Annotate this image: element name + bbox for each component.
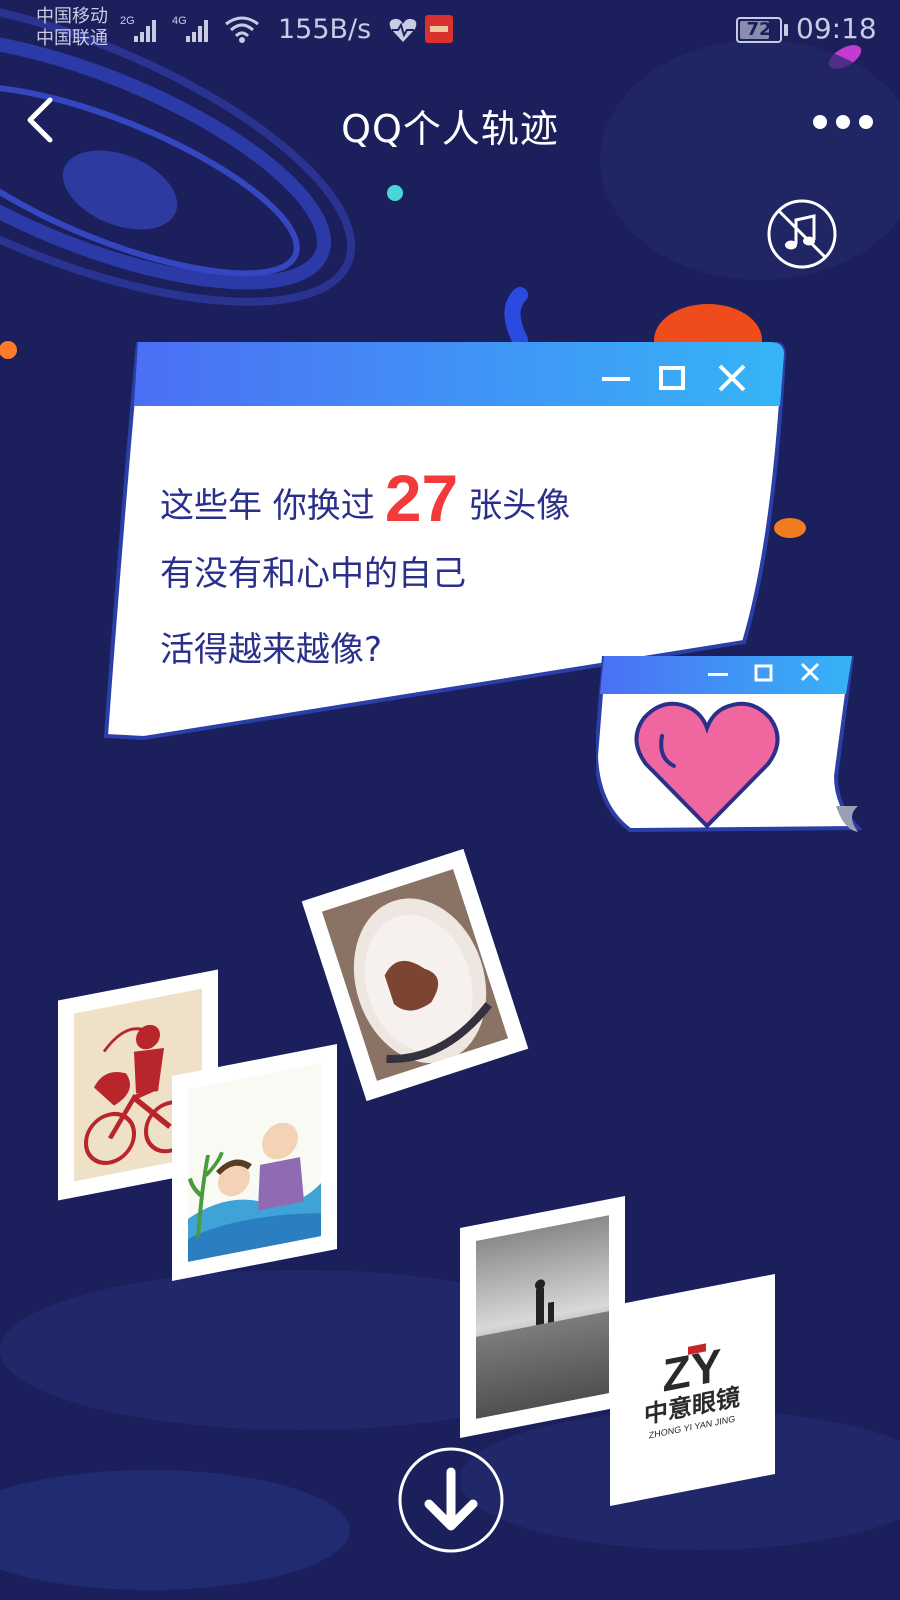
svg-text:4G: 4G — [172, 15, 187, 27]
line1-suffix: 张头像 — [468, 486, 571, 526]
carrier-2: 中国联通 — [36, 28, 108, 49]
card-line-2: 有没有和心中的自己 — [160, 554, 466, 594]
net-speed: 155B/s — [278, 14, 372, 45]
more-dots-icon[interactable] — [810, 102, 880, 142]
status-bar: 中国移动 中国联通 2G 4G 155B/s 72 09:18 — [0, 0, 900, 62]
page-title: QQ个人轨迹 — [341, 107, 559, 151]
clock: 09:18 — [796, 12, 877, 45]
signal-2g-icon: 2G — [120, 15, 156, 42]
maximize-icon[interactable] — [656, 362, 690, 396]
health-heart-icon — [389, 18, 417, 42]
card-line-1: 这些年 你换过 27 张头像 — [160, 460, 720, 536]
minimize-icon[interactable] — [598, 364, 634, 394]
battery-icon: 72 — [736, 17, 782, 43]
line1-prefix: 这些年 你换过 — [160, 486, 375, 526]
wifi-icon — [225, 16, 259, 43]
avatar-count: 27 — [384, 461, 459, 535]
minimize-icon[interactable] — [708, 673, 728, 676]
avatar-photo-2 — [172, 1043, 337, 1282]
battery-level: 72 — [746, 19, 772, 40]
carrier-1: 中国移动 — [36, 6, 108, 27]
zhongyi-logo: ZY 中意眼镜 ZHONG YI YAN JING — [626, 1293, 759, 1487]
avatar-photo-5: ZY 中意眼镜 ZHONG YI YAN JING — [610, 1273, 775, 1507]
app-notification-icon — [425, 15, 453, 43]
avatar-photo-4 — [460, 1195, 625, 1439]
heart-icon — [634, 701, 780, 829]
carrier-labels: 中国移动 中国联通 — [36, 6, 108, 50]
arrow-down-icon[interactable] — [397, 1446, 505, 1554]
close-icon[interactable] — [714, 360, 750, 396]
card-message: 这些年 你换过 27 张头像 有没有和心中的自己 活得越来越像? — [160, 460, 720, 688]
heart-window — [593, 654, 890, 862]
nav-bar: QQ个人轨迹 — [0, 78, 900, 168]
battery-tip — [784, 24, 788, 36]
signal-4g-icon: 4G — [172, 15, 208, 42]
music-off-icon[interactable] — [766, 198, 838, 270]
svg-text:2G: 2G — [120, 15, 135, 27]
